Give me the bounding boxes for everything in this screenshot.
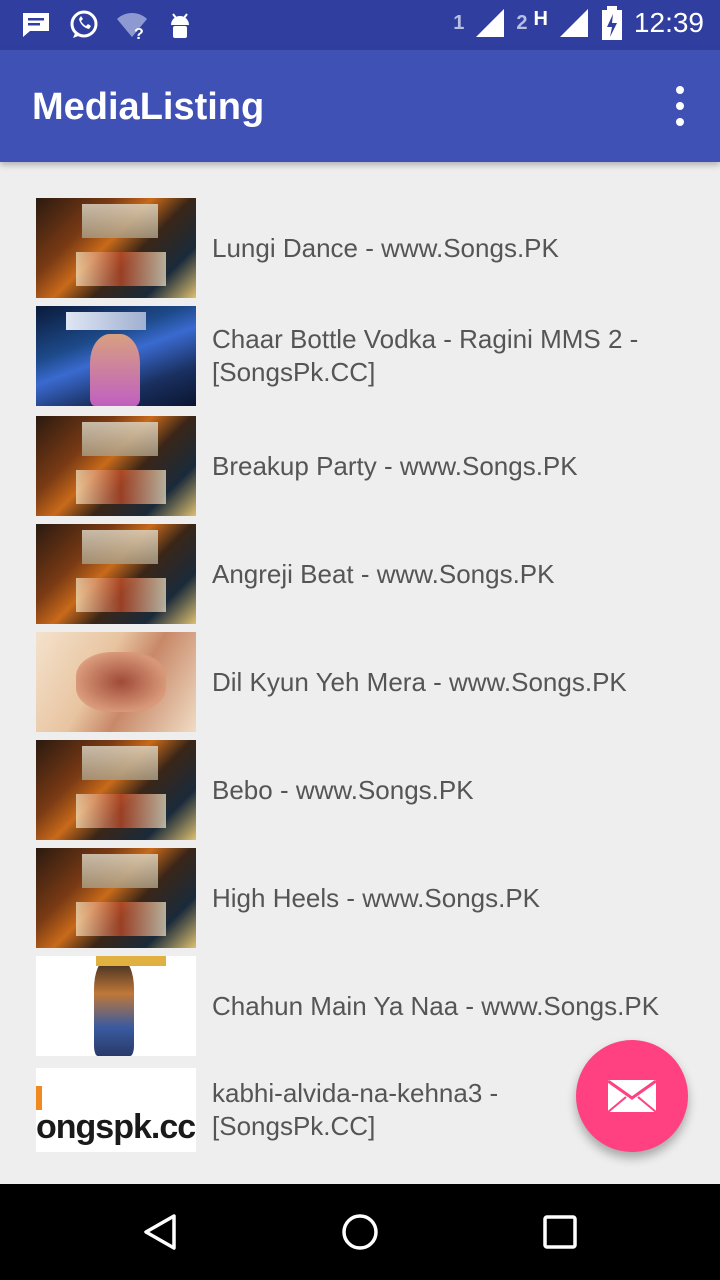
album-art-thumbnail bbox=[36, 632, 196, 732]
list-item[interactable]: High Heels - www.Songs.PK bbox=[36, 848, 696, 948]
home-icon[interactable] bbox=[340, 1212, 380, 1252]
list-item[interactable]: Chaar Bottle Vodka - Ragini MMS 2 - [Son… bbox=[36, 306, 696, 406]
app-title: MediaListing bbox=[32, 86, 265, 128]
album-art-thumbnail bbox=[36, 848, 196, 948]
media-title: Chaar Bottle Vodka - Ragini MMS 2 - [Son… bbox=[212, 324, 639, 387]
media-title: Bebo - www.Songs.PK bbox=[212, 774, 474, 805]
list-item[interactable]: Dil Kyun Yeh Mera - www.Songs.PK bbox=[36, 632, 696, 732]
app-bar: MediaListing bbox=[0, 50, 720, 162]
status-bar: ? 1 2 H 12:39 bbox=[0, 0, 720, 50]
sim1-label: 1 bbox=[453, 11, 465, 34]
battery-charging-icon bbox=[601, 6, 622, 40]
sim2-label: 2 bbox=[516, 11, 528, 34]
list-item[interactable]: Bebo - www.Songs.PK bbox=[36, 740, 696, 840]
album-art-thumbnail bbox=[36, 524, 196, 624]
album-art-thumbnail bbox=[36, 306, 196, 406]
list-item[interactable]: Chahun Main Ya Naa - www.Songs.PK bbox=[36, 956, 696, 1056]
wifi-unknown-icon: ? bbox=[117, 13, 147, 41]
album-art-thumbnail bbox=[36, 740, 196, 840]
logo-accent bbox=[36, 1086, 42, 1110]
message-icon bbox=[23, 13, 49, 37]
clock: 12:39 bbox=[633, 7, 704, 38]
media-title: kabhi-alvida-na-kehna3 - [SongsPk.CC] bbox=[212, 1078, 499, 1141]
recents-icon[interactable] bbox=[540, 1212, 580, 1252]
navigation-bar bbox=[0, 1184, 720, 1280]
thumbnail-logo-text: ongspk.cc bbox=[36, 1108, 196, 1146]
signal-sim1-icon bbox=[476, 9, 505, 37]
album-art-thumbnail bbox=[36, 956, 196, 1056]
email-icon bbox=[606, 1078, 658, 1114]
album-art-thumbnail bbox=[36, 198, 196, 298]
list-item[interactable]: Lungi Dance - www.Songs.PK bbox=[36, 198, 696, 298]
android-debug-icon bbox=[171, 13, 189, 38]
back-icon[interactable] bbox=[140, 1212, 180, 1252]
overflow-menu-icon[interactable] bbox=[672, 86, 688, 126]
media-title: High Heels - www.Songs.PK bbox=[212, 882, 541, 913]
email-fab-button[interactable] bbox=[576, 1040, 688, 1152]
album-art-thumbnail bbox=[36, 416, 196, 516]
svg-text:?: ? bbox=[134, 26, 144, 41]
media-title: Lungi Dance - www.Songs.PK bbox=[212, 232, 559, 263]
list-item[interactable]: Breakup Party - www.Songs.PK bbox=[36, 416, 696, 516]
whatsapp-icon bbox=[70, 10, 98, 38]
notification-icons: ? bbox=[20, 9, 196, 41]
system-status: 1 2 H 12:39 bbox=[453, 6, 704, 40]
media-title: Dil Kyun Yeh Mera - www.Songs.PK bbox=[212, 666, 627, 697]
network-type: H bbox=[533, 8, 548, 30]
media-title: Angreji Beat - www.Songs.PK bbox=[212, 558, 555, 589]
signal-sim2-icon bbox=[559, 9, 588, 37]
media-list[interactable]: Lungi Dance - www.Songs.PK Chaar Bottle … bbox=[0, 162, 720, 1152]
media-title: Breakup Party - www.Songs.PK bbox=[212, 450, 578, 481]
list-item[interactable]: Angreji Beat - www.Songs.PK bbox=[36, 524, 696, 624]
album-art-thumbnail: ongspk.cc bbox=[36, 1068, 196, 1152]
